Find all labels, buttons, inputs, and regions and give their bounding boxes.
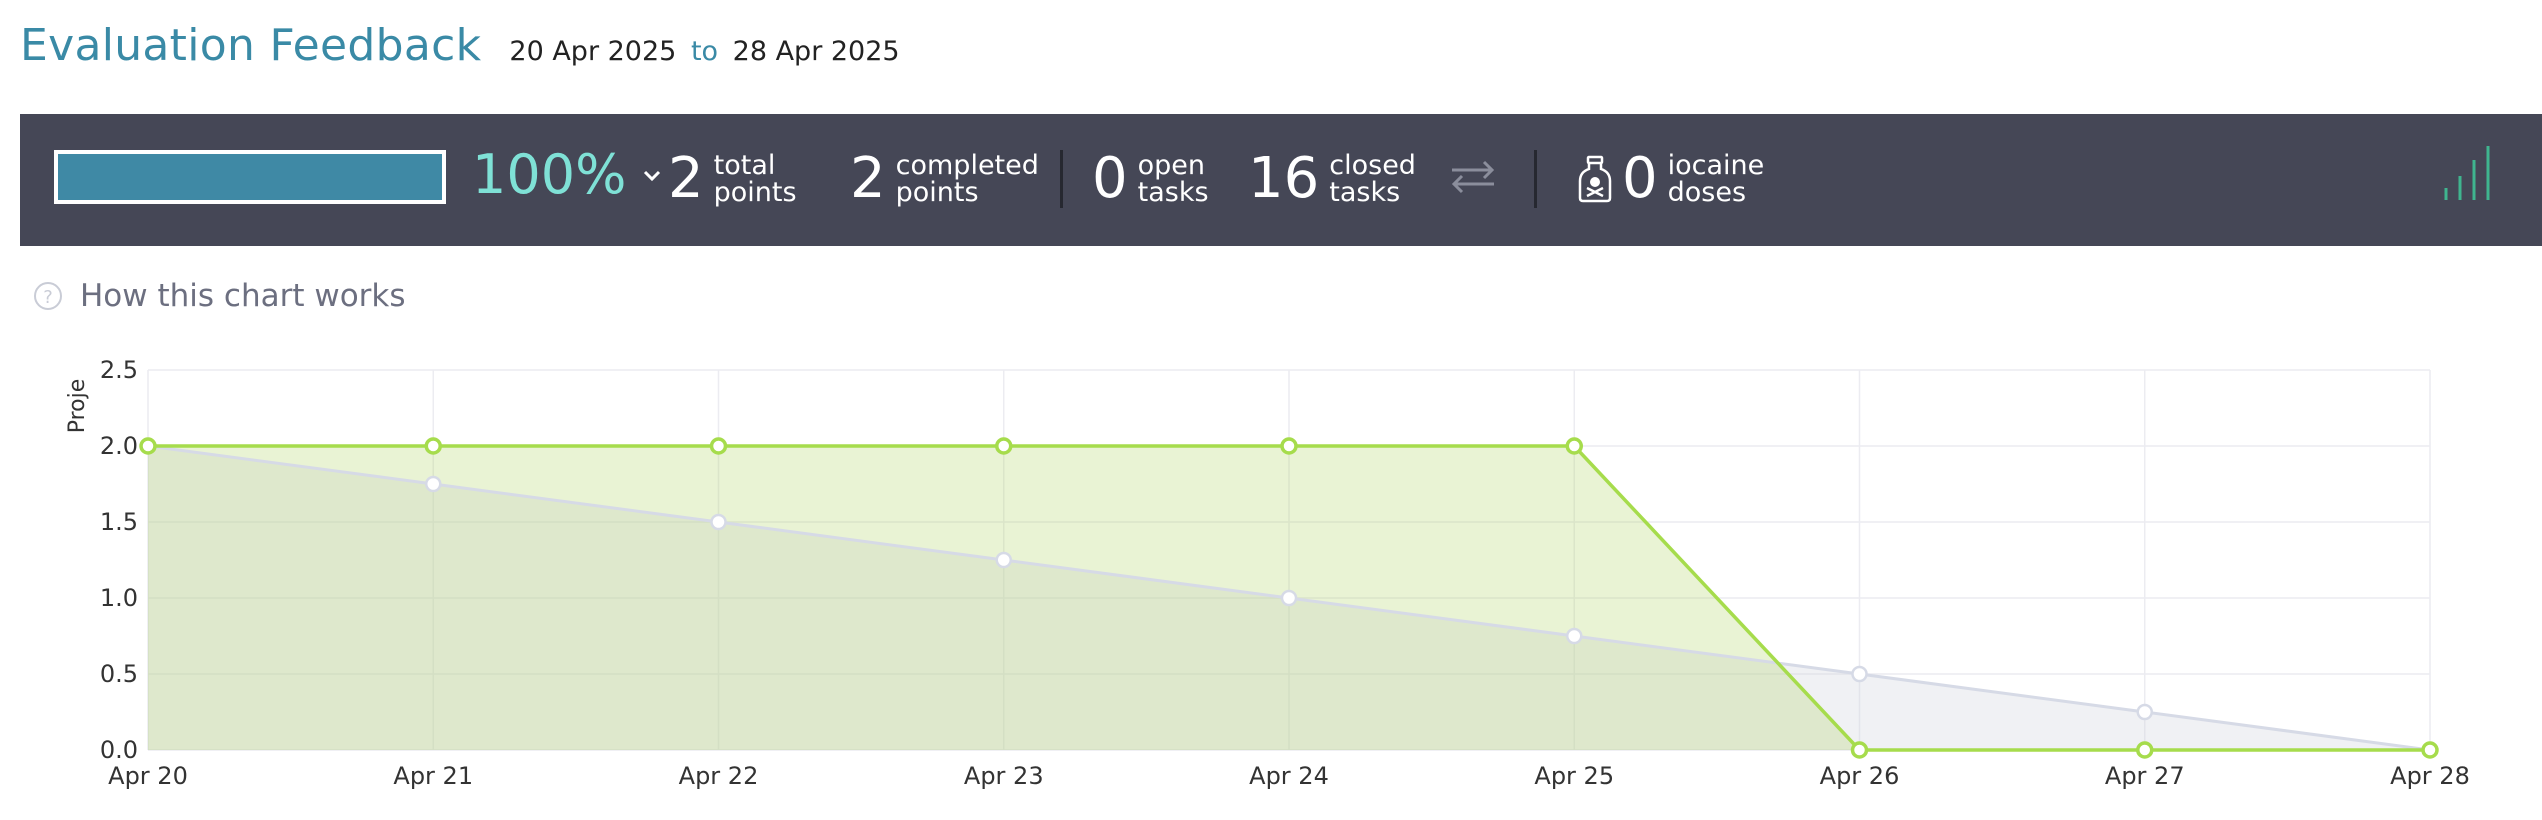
ideal-point [2136,703,2153,721]
ideal-point [995,551,1012,569]
total-points-value: 2 [668,146,704,211]
date-range: 20 Apr 2025 to 28 Apr 2025 [509,36,899,67]
ideal-point [425,475,442,493]
burndown-chart: 0.0 0.5 1.0 1.5 2.0 2.5 Apr 20 Apr 21 Apr 22 Apr … [65,356,2470,790]
y-tick-label: 2.0 [100,432,138,460]
x-tick-label: Apr 27 [2105,762,2185,790]
how-chart-works-label: How this chart works [80,278,406,314]
x-tick-label: Apr 24 [1249,762,1329,790]
x-tick-label: Apr 26 [1820,762,1900,790]
x-tick-label: Apr 25 [1534,762,1614,790]
x-tick-label: Apr 22 [679,762,759,790]
x-tick-label: Apr 23 [964,762,1044,790]
open-tasks-stat: 0 open tasks [1092,144,1209,214]
swap-arrows-icon[interactable] [1446,152,1500,202]
actual-point [1280,437,1298,455]
x-tick-label: Apr 20 [108,762,188,790]
divider [1060,150,1063,208]
x-tick-label: Apr 21 [393,762,473,790]
total-points-stat: 2 total points [668,144,797,214]
open-tasks-label: open tasks [1137,150,1209,208]
y-tick-label: 0.5 [100,660,138,688]
date-from: 20 Apr 2025 [509,36,677,67]
actual-point [1565,437,1583,455]
iocaine-doses-value: 0 [1622,146,1658,211]
divider [1534,150,1537,208]
y-tick-label: 2.5 [100,356,138,384]
completed-points-value: 2 [850,146,886,211]
page-header: Evaluation Feedback 20 Apr 2025 to 28 Ap… [20,20,900,71]
date-to-word: to [690,36,719,67]
y-axis-label: Proje [65,379,90,434]
actual-point [2421,741,2439,759]
actual-point [995,437,1013,455]
progress-percent: 100% [472,143,627,206]
how-chart-works-link[interactable]: ? How this chart works [34,278,406,314]
progress-bar-fill [58,154,442,200]
iocaine-doses-stat: 0 iocaine doses [1622,144,1764,214]
actual-point [709,437,728,455]
closed-tasks-label: closed tasks [1329,150,1416,208]
total-points-label: total points [713,150,797,208]
actual-point [2136,741,2154,759]
stats-bar: 100% 2 total points 2 completed points 0… [20,114,2542,246]
ideal-point [710,513,727,531]
actual-point [139,437,157,455]
x-tick-label: Apr 28 [2390,762,2470,790]
ideal-point [1280,589,1298,607]
completed-points-label: completed points [895,150,1039,208]
y-tick-label: 1.0 [100,584,138,612]
question-circle-icon: ? [34,282,62,310]
actual-point [1850,741,1869,759]
closed-tasks-value: 16 [1248,146,1320,211]
closed-tasks-stat: 16 closed tasks [1248,144,1416,214]
iocaine-doses-label: iocaine doses [1667,150,1765,208]
open-tasks-value: 0 [1092,146,1128,211]
progress-bar [54,150,446,204]
y-tick-label: 1.5 [100,508,138,536]
date-to: 28 Apr 2025 [732,36,900,67]
ideal-point [1851,665,1868,683]
y-tick-label: 0.0 [100,736,138,764]
page-title: Evaluation Feedback [20,20,482,71]
ideal-point [1566,627,1583,645]
bar-chart-icon[interactable] [2440,144,2500,202]
poison-bottle-icon [1576,154,1614,204]
chevron-down-icon[interactable] [640,156,664,207]
completed-points-stat: 2 completed points [850,144,1039,214]
actual-point [424,437,442,455]
